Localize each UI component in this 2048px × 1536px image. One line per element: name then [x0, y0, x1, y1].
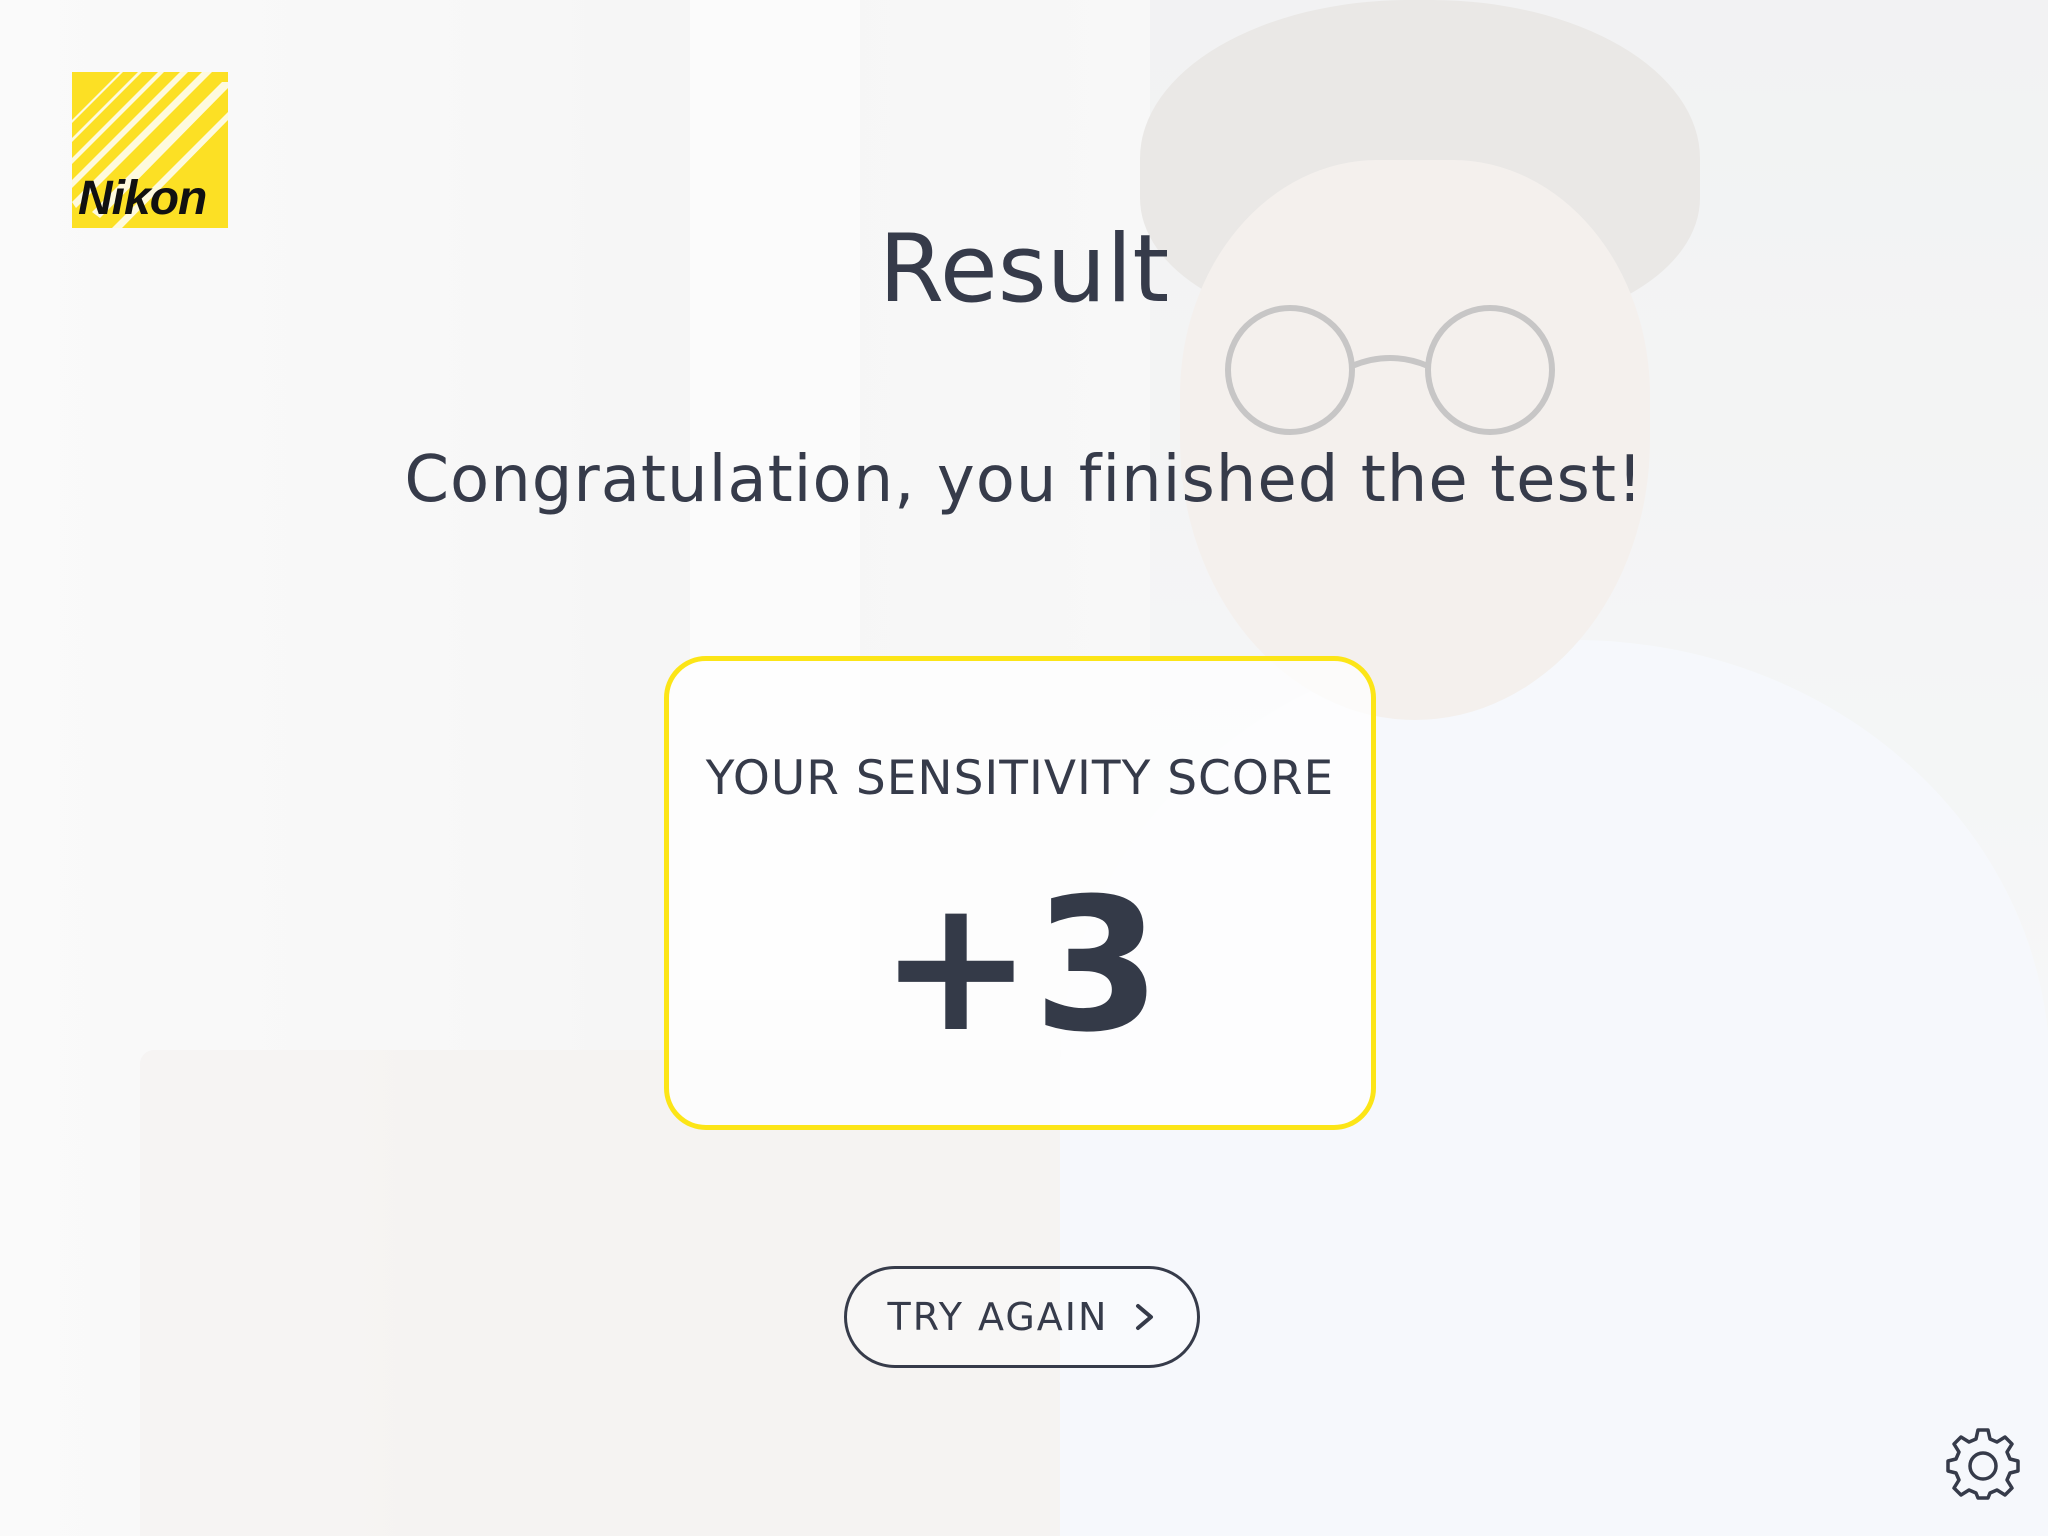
page-title: Result [878, 215, 1170, 324]
nikon-logo: Nikon [72, 72, 228, 228]
try-again-label: TRY AGAIN [887, 1295, 1109, 1339]
score-card: YOUR SENSITIVITY SCORE +3 [664, 656, 1376, 1130]
gear-icon [1946, 1428, 2020, 1500]
try-again-button[interactable]: TRY AGAIN [844, 1266, 1200, 1368]
settings-button[interactable] [1946, 1428, 2020, 1502]
chevron-right-icon [1136, 1304, 1154, 1330]
score-label: YOUR SENSITIVITY SCORE [705, 751, 1335, 806]
completion-message: Congratulation, you finished the test! [404, 443, 1644, 517]
score-value: +3 [878, 859, 1162, 1073]
